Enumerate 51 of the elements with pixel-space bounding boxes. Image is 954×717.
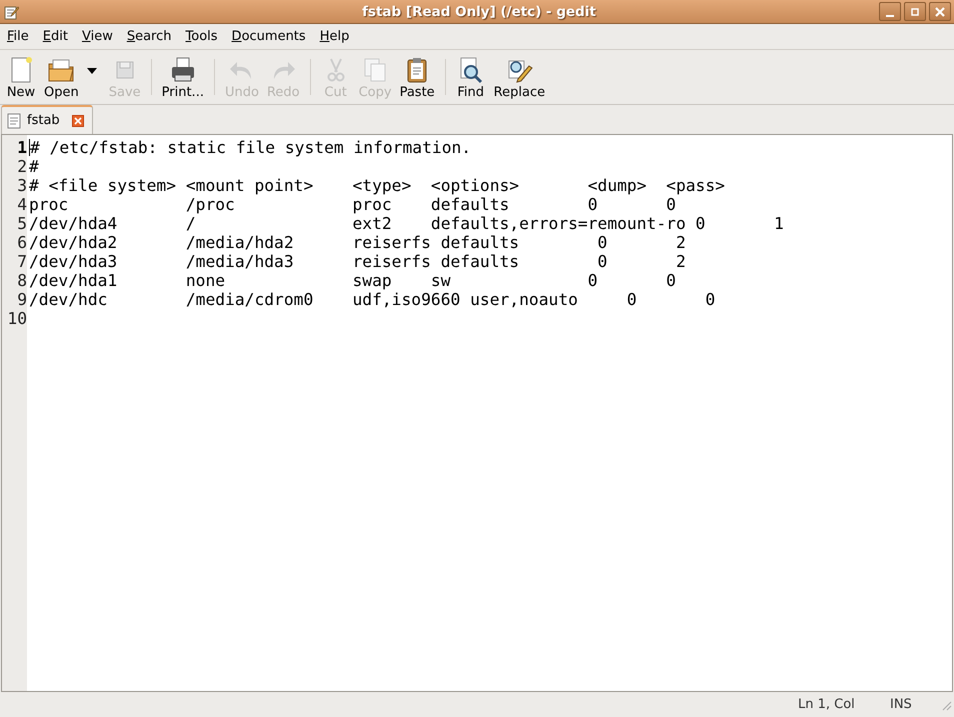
code-line: /dev/hdc /media/cdrom0 udf,iso9660 user,noauto 0 0 [29,290,716,309]
line-number: 8 [16,271,27,290]
close-icon [72,114,84,126]
document-icon [7,112,21,128]
toolbar-button[interactable]: Paste [396,54,439,100]
line-number: 10 [6,309,27,328]
maximize-button[interactable] [904,2,926,21]
toolbar-button[interactable]: Replace [490,54,550,100]
menu-item[interactable]: Documents [224,29,313,44]
minimize-icon [886,14,894,16]
code-line: /dev/hda3 /media/hda3 reiserfs defaults 0 2 [29,252,686,271]
resize-grip-icon[interactable] [940,698,952,710]
line-number: 7 [16,252,27,271]
text-cursor [29,139,30,156]
menu-item[interactable]: Tools [178,29,225,44]
menu-item[interactable]: Search [120,29,179,44]
close-button[interactable] [929,2,951,21]
line-number: 6 [16,233,27,252]
code-line: # [29,157,39,176]
toolbar-button[interactable]: Print... [158,54,208,100]
notepad-icon [3,4,19,20]
close-icon [935,6,945,16]
line-number: 3 [16,176,27,195]
insert-mode: INS [890,697,913,712]
toolbar-button[interactable]: New [2,54,40,100]
code-line: # <file system> <mount point> <type> <options> <dump> <pass> [29,176,725,195]
line-number: 5 [16,214,27,233]
line-number: 4 [16,195,27,214]
tab-label: fstab [27,113,60,128]
close-tab-button[interactable] [72,114,84,126]
menu-item[interactable]: Edit [36,29,75,44]
toolbar-button[interactable]: Find [452,54,490,100]
caret-icon [86,68,97,74]
line-number: 2 [16,157,27,176]
toolbar-button[interactable]: Open [40,54,83,100]
menu-item[interactable]: Help [312,29,356,44]
maximize-icon [910,6,920,16]
code-line: /dev/hda2 /media/hda2 reiserfs defaults 0 2 [29,233,686,252]
line-number: 9 [16,290,27,309]
code-line: # /etc/fstab: static file system information. [30,138,472,157]
menu-item[interactable]: View [74,29,120,44]
text-editor[interactable] [1,134,953,692]
menu-item[interactable]: File [0,29,36,44]
code-line: /dev/hda4 / ext2 defaults,errors=remount-ro 0 1 [29,214,784,233]
line-number: 1 [16,138,27,157]
code-line: /dev/hda1 none swap sw 0 0 [29,271,676,290]
minimize-button[interactable] [879,2,901,21]
code-line: proc /proc proc defaults 0 0 [29,195,676,214]
window-title: fstab [Read Only] (/etc) - gedit [361,4,597,20]
cursor-position: Ln 1, Col [798,697,856,712]
document-tab[interactable]: fstab [1,105,93,134]
